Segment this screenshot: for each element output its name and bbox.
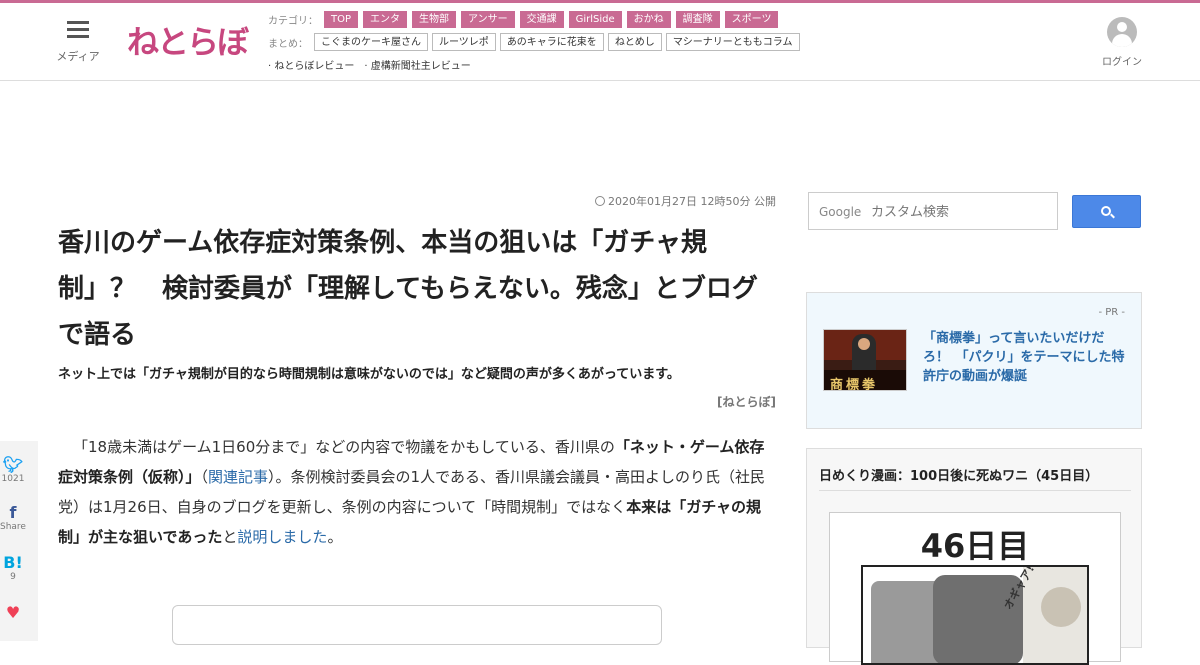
category-sports[interactable]: スポーツ <box>724 11 779 28</box>
twitter-count: 1021 <box>1 474 25 484</box>
body-text: 「18歳未満はゲーム1日60分まで」などの内容で物議をかもしている、香川県の <box>73 438 615 456</box>
publish-date: 2020年01月27日 12時50分 公開 <box>570 193 776 209</box>
pocket-share-button[interactable]: ♥ <box>0 603 32 622</box>
pr-card[interactable]: - PR - 商標拳 「商標拳」って言いたいだけだろ！ 「パクリ」をテーマにした… <box>806 292 1142 429</box>
manga-image[interactable]: 46日目 オギャア!! <box>829 512 1121 665</box>
twitter-icon: 🐦︎ <box>2 455 24 474</box>
manga-day-label: 46日目 <box>920 527 1030 565</box>
summary-link[interactable]: こぐまのケーキ屋さん <box>314 33 428 51</box>
login-label: ログイン <box>1102 57 1142 68</box>
menu-label: メディア <box>56 50 100 63</box>
divider <box>819 490 1131 491</box>
share-bar: 🐦︎ 1021 f Share B! 9 ♥ <box>0 441 38 641</box>
category-koutsuuka[interactable]: 交通課 <box>519 11 564 28</box>
search-box: Google <box>808 192 1058 230</box>
facebook-share-button[interactable]: f Share <box>0 503 32 532</box>
google-brand: Google <box>819 205 862 219</box>
review-nav: · ねとらぼレビュー · 虚構新聞社主レビュー <box>268 57 481 72</box>
category-seibutsubu[interactable]: 生物部 <box>412 11 457 28</box>
explanation-link[interactable]: 説明しました <box>237 528 327 546</box>
manga-title[interactable]: 日めくり漫画：100日後に死ぬワニ（45日目） <box>819 465 1098 484</box>
publish-date-text: 2020年01月27日 12時50分 公開 <box>608 195 776 208</box>
body-text: （ <box>200 468 209 486</box>
hatena-count: 9 <box>10 572 16 582</box>
category-label: カテゴリ： <box>268 16 318 27</box>
summary-nav: まとめ： こぐまのケーキ屋さん ルーツレポ あのキャラに花束を ねとめし マシー… <box>268 33 804 51</box>
category-nav: カテゴリ： TOP エンタ 生物部 アンサー 交通課 GirlSide おかね … <box>268 11 783 28</box>
facebook-label: Share <box>0 522 26 532</box>
category-chousatai[interactable]: 調査隊 <box>675 11 720 28</box>
manga-widget: 日めくり漫画：100日後に死ぬワニ（45日目） 46日目 オギャア!! <box>806 448 1142 665</box>
category-okane[interactable]: おかね <box>626 11 671 28</box>
pocket-icon: ♥ <box>5 603 21 622</box>
article-title: 香川のゲーム依存症対策条例、本当の狙いは「ガチャ規制」？ 検討委員が「理解しても… <box>58 228 758 350</box>
article-credit: [ねとらぼ] <box>717 395 776 409</box>
site-logo[interactable]: ねとらぼ <box>127 17 249 63</box>
hatena-bookmark-icon: B! <box>3 553 23 572</box>
summary-link[interactable]: あのキャラに花束を <box>499 33 604 51</box>
manga-panel: オギャア!! <box>861 565 1089 665</box>
pr-thumbnail-text: 商標拳 <box>830 378 879 391</box>
pr-thumbnail[interactable]: 商標拳 <box>823 329 907 391</box>
category-enta[interactable]: エンタ <box>363 11 408 28</box>
related-article-link[interactable]: 関連記事 <box>208 468 268 486</box>
pr-headline-link[interactable]: 「商標拳」って言いたいだけだろ！ 「パクリ」をテーマにした特許庁の動画が爆誕 <box>923 329 1127 386</box>
summary-label: まとめ： <box>268 38 308 50</box>
summary-link[interactable]: ねとめし <box>607 33 662 51</box>
summary-link[interactable]: マシーナリーとももコラム <box>665 33 800 51</box>
review-link[interactable]: · ねとらぼレビュー <box>268 57 354 72</box>
hatena-share-button[interactable]: B! 9 <box>0 553 32 582</box>
body-text: と <box>222 528 238 546</box>
site-header: メディア ねとらぼ カテゴリ： TOP エンタ 生物部 アンサー 交通課 Gir… <box>0 3 1200 81</box>
embedded-post[interactable] <box>172 605 662 645</box>
body-text: 。 <box>327 528 343 546</box>
login-button[interactable]: ログイン <box>1098 17 1146 69</box>
search-button[interactable] <box>1072 195 1141 228</box>
category-top[interactable]: TOP <box>324 11 359 28</box>
clock-icon <box>595 196 606 206</box>
article-body: 「18歳未満はゲーム1日60分まで」などの内容で物議をかもしている、香川県の「ネ… <box>58 432 776 552</box>
facebook-icon: f <box>9 503 17 522</box>
category-answer[interactable]: アンサー <box>461 11 515 28</box>
summary-link[interactable]: ルーツレポ <box>432 33 496 51</box>
review-link[interactable]: · 虚構新聞社主レビュー <box>364 57 470 72</box>
twitter-share-button[interactable]: 🐦︎ 1021 <box>0 455 32 484</box>
hamburger-icon <box>67 21 89 39</box>
search-input[interactable] <box>871 197 1051 225</box>
category-girlside[interactable]: GirlSide <box>568 11 622 28</box>
user-avatar-icon <box>1107 17 1137 47</box>
article-subtitle: ネット上では「ガチャ規制が目的なら時間規制は意味がないのでは」など疑問の声が多く… <box>58 367 680 382</box>
menu-button[interactable]: メディア <box>55 21 101 64</box>
pr-label: - PR - <box>1098 307 1125 318</box>
